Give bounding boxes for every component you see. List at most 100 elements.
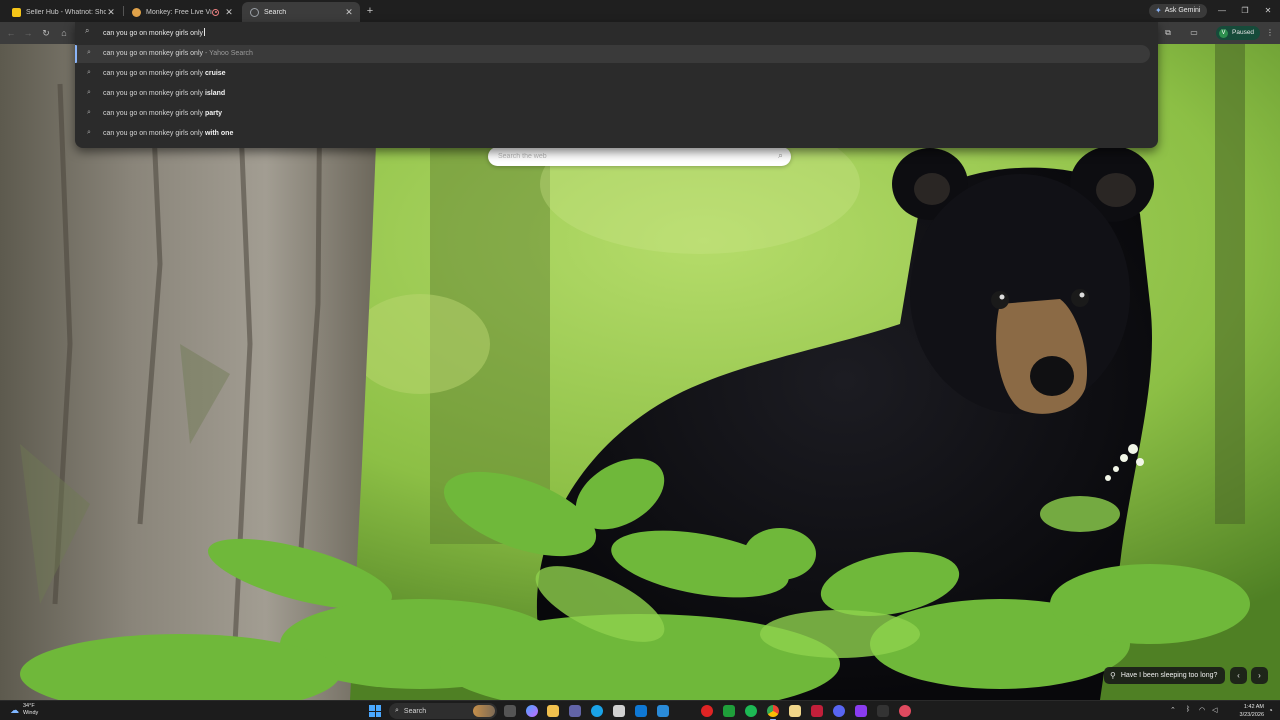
file-explorer-icon[interactable] bbox=[547, 705, 559, 717]
address-bar[interactable]: ⌕ can you go on monkey girls only bbox=[75, 22, 1158, 44]
address-bar-query[interactable]: can you go on monkey girls only bbox=[103, 30, 203, 37]
sidepanel-icon[interactable]: ▭ bbox=[1187, 26, 1201, 40]
wifi-icon[interactable]: ◠ bbox=[1199, 706, 1205, 714]
location-pin-icon: ⚲ bbox=[1110, 671, 1116, 680]
suggestion-item[interactable]: ⌕ can you go on monkey girls only party bbox=[75, 105, 1150, 123]
search-icon[interactable]: ⌕ bbox=[778, 150, 783, 161]
bluetooth-icon[interactable]: ᛒ bbox=[1186, 706, 1190, 713]
suggestion-source: - Yahoo Search bbox=[203, 50, 253, 57]
suggestion-item[interactable]: ⌕ can you go on monkey girls only with o… bbox=[75, 125, 1150, 143]
suggestion-completion: cruise bbox=[204, 70, 226, 77]
windows-taskbar: ☁ 34°F Windy ⌕ Search ⌃ ᛒ ◠ ◁ 1:42 AM 3/… bbox=[0, 700, 1280, 720]
profile-paused-button[interactable]: V Paused bbox=[1216, 26, 1261, 40]
gemini-sparkle-icon: ✦ bbox=[1155, 6, 1162, 15]
recording-indicator-icon bbox=[212, 8, 219, 16]
whatnot-icon bbox=[12, 7, 21, 17]
tab-monkey[interactable]: Monkey: Free Live Video Chat ✕ bbox=[124, 2, 240, 22]
search-icon: ⌕ bbox=[87, 69, 91, 76]
web-search-box[interactable]: ⌕ bbox=[488, 147, 791, 166]
temperature: 34°F bbox=[23, 703, 35, 709]
store-icon[interactable] bbox=[613, 705, 625, 717]
suggestion-text: can you go on monkey girls only bbox=[103, 70, 205, 77]
ask-gemini-button[interactable]: ✦ Ask Gemini bbox=[1149, 4, 1207, 18]
back-arrow-icon[interactable]: ← bbox=[4, 26, 18, 40]
search-icon: ⌕ bbox=[395, 707, 399, 714]
edge-icon[interactable] bbox=[591, 705, 603, 717]
new-tab-button[interactable]: + bbox=[364, 5, 376, 17]
windows-start-icon[interactable] bbox=[369, 705, 381, 717]
opera-icon[interactable] bbox=[701, 705, 713, 717]
close-tab-icon[interactable]: ✕ bbox=[106, 7, 116, 17]
close-tab-icon[interactable]: ✕ bbox=[224, 7, 234, 17]
forward-arrow-icon[interactable]: → bbox=[21, 26, 35, 40]
suggestion-completion: party bbox=[204, 110, 223, 117]
profile-status-label: Paused bbox=[1232, 29, 1255, 36]
globe-icon bbox=[250, 7, 259, 17]
monkey-icon bbox=[132, 7, 141, 17]
close-window-icon[interactable]: ✕ bbox=[1261, 4, 1275, 18]
app-icon[interactable] bbox=[811, 705, 823, 717]
search-icon: ⌕ bbox=[87, 129, 91, 136]
system-clock[interactable]: 1:42 AM 3/23/2026 bbox=[1228, 703, 1264, 719]
extensions-icon[interactable]: ⧉ bbox=[1161, 26, 1175, 40]
recorder-icon[interactable] bbox=[899, 705, 911, 717]
weather-condition: Windy bbox=[23, 710, 39, 716]
menu-dots-icon[interactable]: ⋮ bbox=[1263, 26, 1277, 40]
copilot-icon[interactable] bbox=[526, 705, 538, 717]
wind-icon: ☁ bbox=[10, 704, 19, 715]
tab-title: Seller Hub - Whatnot: Shop, Sell bbox=[26, 8, 106, 16]
photo-caption: Have I been sleeping too long? bbox=[1120, 672, 1218, 679]
weather-widget[interactable]: ☁ 34°F Windy bbox=[10, 703, 38, 717]
suggestion-item[interactable]: ⌕ can you go on monkey girls only cruise bbox=[75, 65, 1150, 83]
defender-icon[interactable] bbox=[657, 705, 669, 717]
avatar: V bbox=[1219, 28, 1228, 38]
suggestion-text: can you go on monkey girls only bbox=[103, 50, 203, 57]
twitch-icon[interactable] bbox=[855, 705, 867, 717]
close-tab-icon[interactable]: ✕ bbox=[344, 7, 354, 17]
text-caret bbox=[204, 28, 205, 36]
tab-title: Search bbox=[264, 8, 287, 16]
suggestion-text: can you go on monkey girls only bbox=[103, 110, 205, 117]
suggestion-text: can you go on monkey girls only bbox=[103, 90, 205, 97]
search-icon: ⌕ bbox=[87, 89, 91, 96]
suggestion-item[interactable]: ⌕ can you go on monkey girls only - Yaho… bbox=[75, 45, 1150, 63]
web-search-input[interactable] bbox=[498, 150, 768, 163]
task-view-icon[interactable] bbox=[504, 705, 516, 717]
taskbar-search-label: Search bbox=[403, 707, 427, 715]
chrome-icon[interactable] bbox=[767, 705, 779, 720]
teams-icon[interactable] bbox=[569, 705, 581, 717]
tab-whatnot[interactable]: Seller Hub - Whatnot: Shop, Sell ✕ bbox=[4, 2, 122, 22]
search-icon: ⌕ bbox=[87, 49, 91, 56]
discord-icon[interactable] bbox=[833, 705, 845, 717]
suggestion-completion: with one bbox=[204, 130, 234, 137]
notes-icon[interactable] bbox=[789, 705, 801, 717]
chevron-up-icon[interactable]: ⌃ bbox=[1170, 706, 1176, 714]
clock-time: 1:42 AM bbox=[1243, 704, 1264, 710]
speaker-icon[interactable]: ◁ bbox=[1212, 706, 1217, 714]
ask-gemini-label: Ask Gemini bbox=[1164, 7, 1201, 14]
notification-bell-icon[interactable]: ◔ bbox=[1268, 706, 1273, 715]
clock-date: 3/23/2026 bbox=[1239, 712, 1264, 718]
next-photo-icon[interactable]: › bbox=[1251, 667, 1268, 684]
outlook-icon[interactable] bbox=[635, 705, 647, 717]
previous-photo-icon[interactable]: ‹ bbox=[1230, 667, 1247, 684]
suggestion-text: can you go on monkey girls only bbox=[103, 130, 205, 137]
xbox-icon[interactable] bbox=[723, 705, 735, 717]
tab-search[interactable]: Search ✕ bbox=[242, 2, 360, 22]
minimize-icon[interactable]: — bbox=[1215, 4, 1229, 18]
photo-info-button[interactable]: ⚲ Have I been sleeping too long? bbox=[1104, 667, 1226, 684]
suggestion-completion: island bbox=[204, 90, 226, 97]
reload-icon[interactable]: ↻ bbox=[39, 26, 53, 40]
spotify-icon[interactable] bbox=[745, 705, 757, 717]
suggestion-item[interactable]: ⌕ can you go on monkey girls only island bbox=[75, 85, 1150, 103]
taskbar-search[interactable]: ⌕ Search bbox=[389, 703, 497, 719]
media-icon[interactable] bbox=[877, 705, 889, 717]
restore-icon[interactable]: ❐ bbox=[1238, 4, 1252, 18]
home-icon[interactable]: ⌂ bbox=[57, 26, 71, 40]
tab-title: Monkey: Free Live Video Chat bbox=[146, 8, 212, 16]
search-icon: ⌕ bbox=[85, 26, 90, 35]
omnibox-dropdown: ⌕ can you go on monkey girls only ⌕ can … bbox=[75, 22, 1158, 148]
search-icon: ⌕ bbox=[87, 109, 91, 116]
tab-strip: Seller Hub - Whatnot: Shop, Sell ✕ Monke… bbox=[0, 0, 1280, 22]
search-highlight-art bbox=[473, 705, 495, 717]
